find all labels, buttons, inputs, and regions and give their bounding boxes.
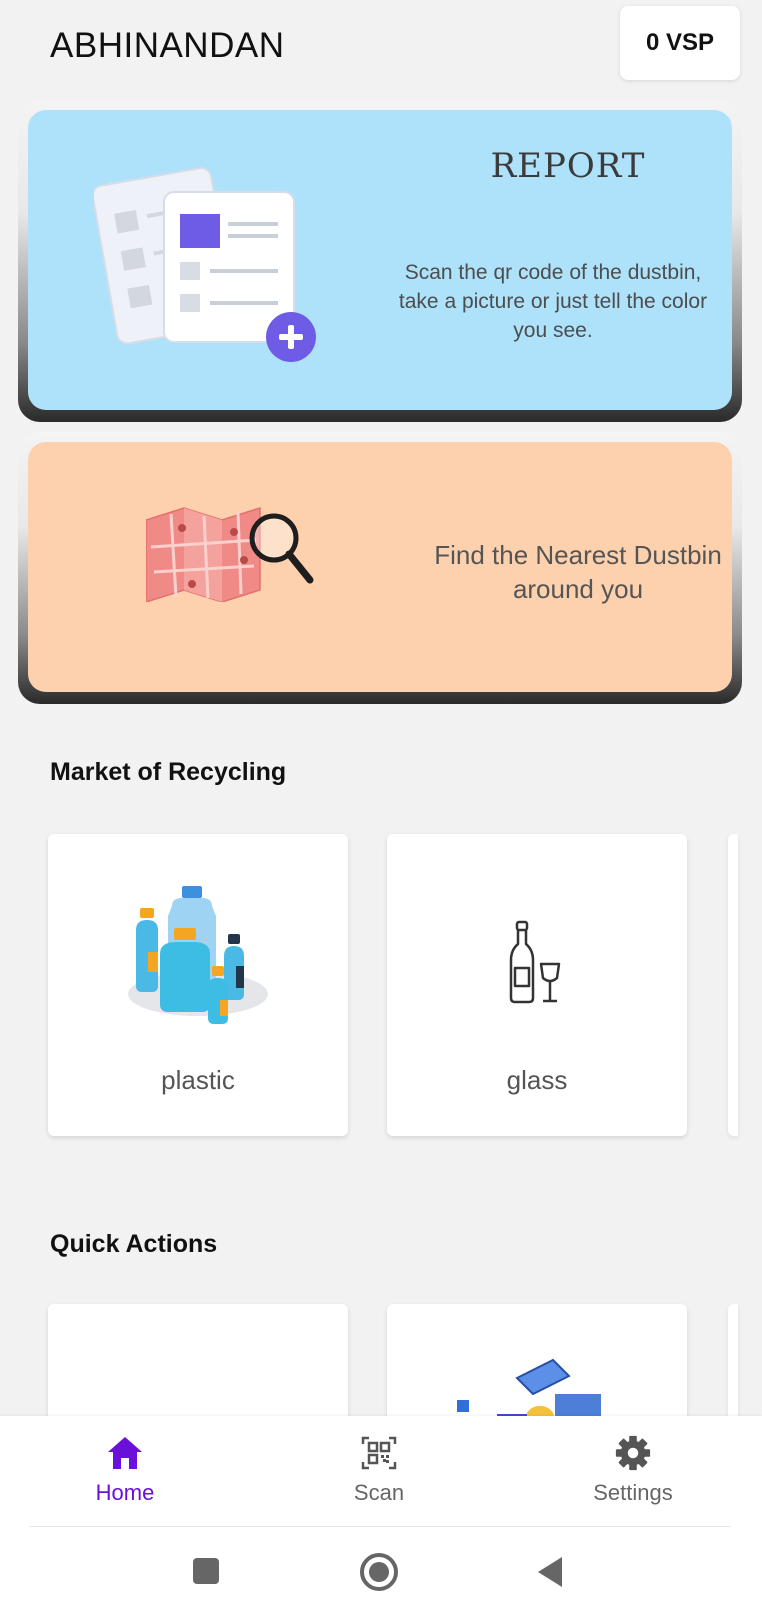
report-card-body: REPORT Scan the qr code of the dustbin, … (28, 110, 732, 410)
home-screen: ABHINANDAN 0 VSP REPORT Scan the qr code… (0, 0, 762, 1616)
nearest-dustbin-card[interactable]: Find the Nearest Dustbin around you (18, 432, 742, 704)
nav-settings[interactable]: Settings (563, 1434, 703, 1506)
app-header: ABHINANDAN 0 VSP (0, 0, 762, 96)
nav-scan-label: Scan (353, 1480, 405, 1505)
points-badge[interactable]: 0 VSP (620, 6, 740, 80)
quick-actions-title: Quick Actions (50, 1230, 218, 1258)
report-description: Scan the qr code of the dustbin, take a … (398, 261, 708, 342)
system-navigation-bar (0, 1527, 762, 1616)
back-icon[interactable] (536, 1555, 566, 1589)
bottom-navigation: Home Scan Settings (0, 1416, 762, 1528)
recent-apps-icon[interactable] (190, 1555, 222, 1587)
category-card-glass[interactable]: glass (387, 834, 687, 1136)
nearest-dustbin-card-body: Find the Nearest Dustbin around you (28, 442, 732, 692)
glass-bottle-icon (509, 920, 561, 1004)
nav-home-label: Home (95, 1480, 155, 1505)
nav-home[interactable]: Home (55, 1434, 195, 1506)
system-home-icon[interactable] (358, 1551, 400, 1593)
plastic-bottles-icon (128, 886, 268, 1024)
category-label: plastic (161, 1065, 235, 1095)
market-section-title: Market of Recycling (50, 758, 287, 786)
gear-icon (615, 1435, 651, 1471)
username: ABHINANDAN (50, 26, 285, 65)
category-card-plastic[interactable]: plastic (48, 834, 348, 1136)
category-card-next-peek[interactable] (728, 834, 738, 1136)
report-document-icon (94, 167, 316, 362)
home-icon (108, 1437, 142, 1469)
category-label: glass (506, 1065, 568, 1095)
nav-scan[interactable]: Scan (309, 1434, 449, 1506)
nearest-dustbin-description: Find the Nearest Dustbin around you (434, 540, 722, 604)
map-search-icon (146, 506, 314, 602)
qr-scan-icon (361, 1436, 397, 1470)
report-card[interactable]: REPORT Scan the qr code of the dustbin, … (18, 100, 742, 422)
nav-settings-label: Settings (593, 1480, 673, 1505)
report-title: REPORT (490, 146, 646, 186)
